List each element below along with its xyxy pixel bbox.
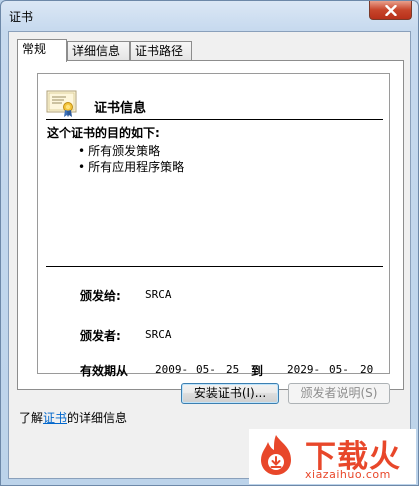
- validity-label: 有效期从: [80, 364, 129, 378]
- learn-more-prefix: 了解: [19, 411, 44, 425]
- issued-to-label: 颁发给:: [80, 289, 121, 303]
- valid-from-day: 25: [226, 363, 240, 376]
- general-tab-panel: 证书信息 这个证书的目的如下: 所有颁发策略 所有应用程序策略 颁发给: SRC…: [17, 60, 404, 390]
- certificate-dialog: 证书 常规 详细信息 证书路径 证书信息 这个证书的目的如下: • 所有颁发策略…: [0, 0, 419, 486]
- tab-label: 详细信息: [72, 44, 121, 58]
- issuer-statement-button[interactable]: 颁发者说明(S): [288, 383, 390, 404]
- issued-by-value: SRCA: [145, 328, 172, 341]
- purpose-title: 这个证书的目的如下:: [47, 126, 160, 140]
- learn-more-suffix: 的详细信息: [67, 411, 128, 425]
- certificate-link[interactable]: 证书: [43, 411, 67, 425]
- valid-to-day: 20: [360, 363, 374, 376]
- valid-to-year: 2029-: [287, 363, 321, 376]
- valid-from-year: 2009-: [155, 363, 189, 376]
- install-certificate-button[interactable]: 安装证书(I)...: [181, 383, 279, 404]
- issued-to-value: SRCA: [145, 288, 172, 301]
- tab-details[interactable]: 详细信息: [67, 41, 130, 61]
- divider: [46, 119, 383, 120]
- window-title: 证书: [9, 10, 34, 24]
- purpose-list: 所有颁发策略 所有应用程序策略: [78, 143, 184, 175]
- learn-more-text: 了解证书的详细信息: [19, 409, 127, 426]
- list-item: 所有应用程序策略: [78, 159, 184, 175]
- flame-logo-icon: [261, 435, 291, 475]
- watermark: 下载火 xiazaihuo.com: [249, 429, 416, 484]
- valid-to-label: 到: [251, 364, 264, 378]
- tab-certification-path[interactable]: 证书路径: [130, 41, 192, 61]
- divider: [46, 266, 383, 267]
- title-bar[interactable]: 证书: [1, 1, 418, 31]
- valid-from-month: 05-: [196, 363, 216, 376]
- tab-label: 证书路径: [135, 44, 184, 58]
- list-item: 所有颁发策略: [78, 143, 184, 159]
- tab-label: 常规: [22, 42, 47, 56]
- certificate-icon: [46, 90, 77, 117]
- certificate-info-heading: 证书信息: [94, 101, 147, 116]
- issued-by-label: 颁发者:: [80, 329, 121, 343]
- close-icon: [384, 4, 397, 16]
- close-button[interactable]: [369, 1, 412, 20]
- dialog-client-area: 常规 详细信息 证书路径 证书信息 这个证书的目的如下: • 所有颁发策略 • …: [8, 31, 411, 479]
- certificate-info-box: 证书信息 这个证书的目的如下: 所有颁发策略 所有应用程序策略 颁发给: SRC…: [37, 73, 390, 378]
- tab-general[interactable]: 常规: [17, 39, 67, 62]
- watermark-url: xiazaihuo.com: [305, 468, 391, 481]
- valid-to-month: 05-: [329, 363, 349, 376]
